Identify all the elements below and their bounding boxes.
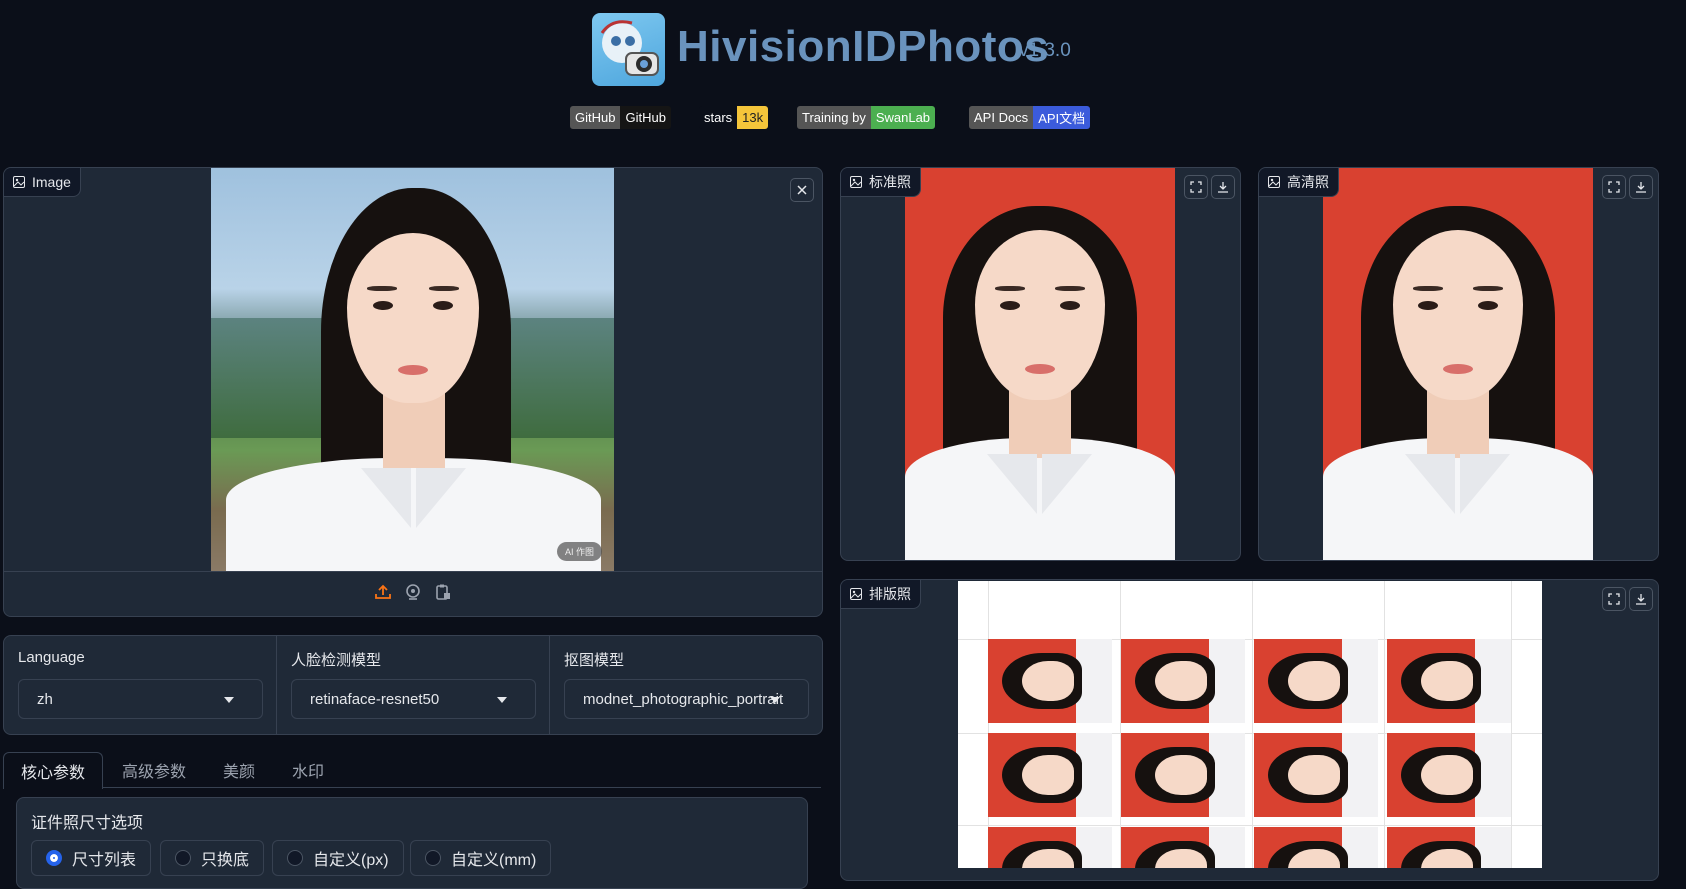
app-version: v1.3.0 — [1019, 40, 1071, 61]
app-logo — [592, 13, 665, 86]
close-icon — [797, 185, 807, 195]
layout-photo-title: 排版照 — [869, 586, 911, 602]
radio-background-only[interactable]: 只换底 — [160, 840, 265, 876]
ai-generated-tag: AI 作图 — [556, 542, 602, 561]
radio-label: 自定义(px) — [313, 852, 389, 869]
clipboard-icon[interactable] — [434, 583, 452, 601]
image-icon — [13, 176, 25, 188]
image-upload-panel[interactable]: Image AI 作图 — [3, 167, 823, 617]
radio-label: 自定义(mm) — [451, 852, 537, 869]
face-model-select[interactable]: retinaface-resnet50 — [291, 679, 536, 719]
github-badge[interactable]: GitHub GitHub — [570, 106, 671, 129]
hd-photo — [1323, 168, 1593, 560]
layout-photo-label: 排版照 — [841, 580, 921, 609]
layout-cell — [1121, 827, 1245, 868]
layout-cell — [1387, 639, 1511, 723]
upload-icon[interactable] — [374, 583, 392, 601]
matting-model-select[interactable]: modnet_photographic_portrait — [564, 679, 809, 719]
image-icon — [1268, 176, 1280, 188]
source-toolbar — [374, 583, 452, 601]
badge-right: API文档 — [1033, 106, 1091, 129]
standard-photo-label: 标准照 — [841, 168, 921, 197]
layout-cell — [988, 827, 1112, 868]
radio-indicator — [46, 850, 62, 866]
image-icon — [850, 588, 862, 600]
standard-photo — [905, 168, 1175, 560]
webcam-icon[interactable] — [404, 583, 422, 601]
app-header: HivisionIDPhotos v1.3.0 GitHub GitHub st… — [0, 0, 1686, 150]
radio-indicator — [425, 850, 441, 866]
tab-watermark[interactable]: 水印 — [275, 752, 341, 788]
badge-left: API Docs — [969, 106, 1034, 129]
badge-left: stars — [699, 106, 738, 129]
radio-custom-mm[interactable]: 自定义(mm) — [410, 840, 552, 876]
radio-label: 只换底 — [201, 852, 250, 869]
fullscreen-button[interactable] — [1184, 175, 1208, 199]
layout-cell — [1387, 733, 1511, 817]
language-select[interactable]: zh — [18, 679, 263, 719]
swanlab-badge[interactable]: Training by SwanLab — [797, 106, 936, 129]
badge-left: GitHub — [570, 106, 621, 129]
layout-sheet — [958, 581, 1542, 868]
standard-photo-panel: 标准照 — [840, 167, 1241, 561]
stars-badge[interactable]: stars 13k — [699, 106, 769, 129]
hd-photo-label: 高清照 — [1259, 168, 1339, 197]
badge-right: 13k — [737, 106, 769, 129]
radio-custom-px[interactable]: 自定义(px) — [272, 840, 404, 876]
layout-cell — [1387, 827, 1511, 868]
image-icon — [850, 176, 862, 188]
radio-size-list[interactable]: 尺寸列表 — [31, 840, 152, 876]
download-button[interactable] — [1211, 175, 1235, 199]
badge-left: Training by — [797, 106, 871, 129]
radio-label: 尺寸列表 — [72, 852, 137, 869]
layout-cell — [1121, 733, 1245, 817]
tab-beauty[interactable]: 美颜 — [206, 752, 272, 788]
tab-core-params[interactable]: 核心参数 — [3, 752, 104, 789]
fullscreen-button[interactable] — [1602, 175, 1626, 199]
chevron-down-icon — [497, 697, 507, 703]
matting-model-label: 抠图模型 — [564, 652, 625, 669]
image-panel-title: Image — [32, 174, 71, 190]
radio-indicator — [175, 850, 191, 866]
hd-photo-panel: 高清照 — [1258, 167, 1659, 561]
download-button[interactable] — [1629, 587, 1653, 611]
model-settings-panel: Language zh 人脸检测模型 retinaface-resnet50 抠… — [3, 635, 823, 735]
chevron-down-icon — [224, 697, 234, 703]
chevron-down-icon — [770, 697, 780, 703]
layout-cell — [988, 639, 1112, 723]
fullscreen-icon — [1608, 593, 1620, 605]
tab-advanced-params[interactable]: 高级参数 — [105, 752, 203, 788]
input-photo: AI 作图 — [211, 168, 614, 571]
fullscreen-button[interactable] — [1602, 587, 1626, 611]
face-model-label: 人脸检测模型 — [291, 652, 382, 669]
standard-photo-title: 标准照 — [869, 174, 911, 190]
hd-photo-title: 高清照 — [1287, 174, 1329, 190]
fullscreen-icon — [1190, 181, 1202, 193]
download-button[interactable] — [1629, 175, 1653, 199]
language-value: zh — [37, 690, 53, 708]
download-icon — [1218, 182, 1228, 193]
layout-cell — [1254, 733, 1378, 817]
language-label: Language — [18, 649, 85, 666]
clear-image-button[interactable] — [790, 178, 814, 202]
download-icon — [1636, 182, 1646, 193]
size-options-label: 证件照尺寸选项 — [31, 815, 144, 832]
image-panel-label: Image — [4, 168, 81, 197]
matting-model-value: modnet_photographic_portrait — [583, 690, 784, 708]
badge-right: GitHub — [620, 106, 671, 129]
api-docs-badge[interactable]: API Docs API文档 — [969, 106, 1091, 129]
radio-indicator — [287, 850, 303, 866]
layout-cell — [1254, 827, 1378, 868]
layout-cell — [988, 733, 1112, 817]
face-model-value: retinaface-resnet50 — [310, 690, 440, 708]
layout-cell — [1254, 639, 1378, 723]
layout-cell — [1121, 639, 1245, 723]
fullscreen-icon — [1608, 181, 1620, 193]
badge-right: SwanLab — [870, 106, 936, 129]
app-title: HivisionIDPhotos — [677, 22, 1050, 71]
download-icon — [1636, 594, 1646, 605]
